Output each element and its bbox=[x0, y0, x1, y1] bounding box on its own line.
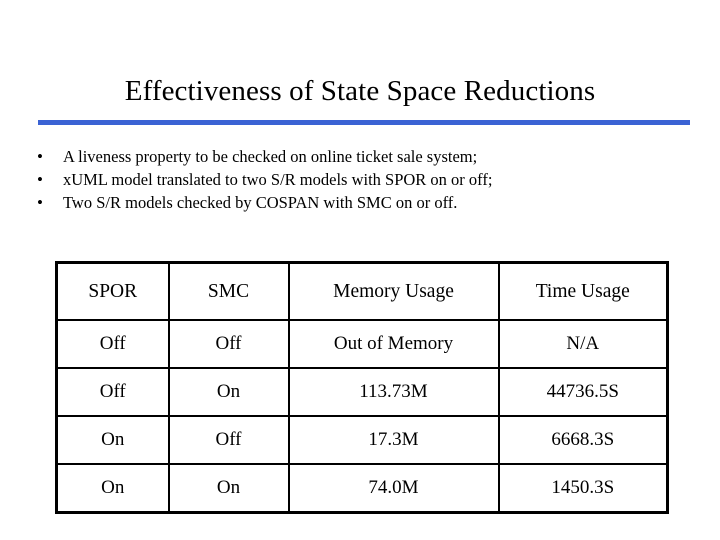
list-item: • xUML model translated to two S/R model… bbox=[34, 168, 704, 191]
cell-time-usage: N/A bbox=[497, 319, 669, 369]
cell-smc: Off bbox=[167, 319, 290, 369]
bullet-point-icon: • bbox=[37, 147, 43, 166]
cell-time-usage: 6668.3S bbox=[497, 415, 669, 465]
cell-memory-usage: 17.3M bbox=[287, 415, 500, 465]
list-item-label: A liveness property to be checked on onl… bbox=[63, 147, 478, 166]
cell-spor: On bbox=[55, 463, 170, 514]
column-header-smc: SMC bbox=[167, 261, 290, 321]
page-title: Effectiveness of State Space Reductions bbox=[124, 75, 596, 108]
column-header-memory-usage: Memory Usage bbox=[287, 261, 500, 321]
table-row: Off On 113.73M 44736.5S bbox=[55, 367, 669, 417]
list-item: • A liveness property to be checked on o… bbox=[34, 145, 704, 168]
cell-memory-usage: 113.73M bbox=[287, 367, 500, 417]
cell-spor: Off bbox=[55, 319, 170, 369]
table-row: On On 74.0M 1450.3S bbox=[55, 463, 669, 514]
bullet-point-icon: • bbox=[37, 193, 43, 212]
cell-smc: On bbox=[167, 463, 290, 514]
cell-smc: On bbox=[167, 367, 290, 417]
bullet-point-icon: • bbox=[37, 170, 43, 189]
cell-time-usage: 1450.3S bbox=[497, 463, 669, 514]
cell-memory-usage: Out of Memory bbox=[287, 319, 500, 369]
cell-smc: Off bbox=[167, 415, 290, 465]
column-header-time-usage: Time Usage bbox=[497, 261, 669, 321]
table-row: On Off 17.3M 6668.3S bbox=[55, 415, 669, 465]
cell-time-usage: 44736.5S bbox=[497, 367, 669, 417]
table-row: Off Off Out of Memory N/A bbox=[55, 319, 669, 369]
list-item: • Two S/R models checked by COSPAN with … bbox=[34, 191, 704, 214]
cell-spor: On bbox=[55, 415, 170, 465]
bullet-list: • A liveness property to be checked on o… bbox=[34, 145, 704, 214]
results-table-container: SPOR SMC Memory Usage Time Usage Off Off… bbox=[55, 261, 669, 514]
title-underline-rule bbox=[38, 120, 690, 125]
column-header-spor: SPOR bbox=[55, 261, 170, 321]
table-header-row: SPOR SMC Memory Usage Time Usage bbox=[55, 261, 669, 321]
list-item-label: Two S/R models checked by COSPAN with SM… bbox=[63, 193, 458, 212]
cell-memory-usage: 74.0M bbox=[287, 463, 500, 514]
results-table: SPOR SMC Memory Usage Time Usage Off Off… bbox=[55, 261, 669, 514]
cell-spor: Off bbox=[55, 367, 170, 417]
list-item-label: xUML model translated to two S/R models … bbox=[63, 170, 493, 189]
